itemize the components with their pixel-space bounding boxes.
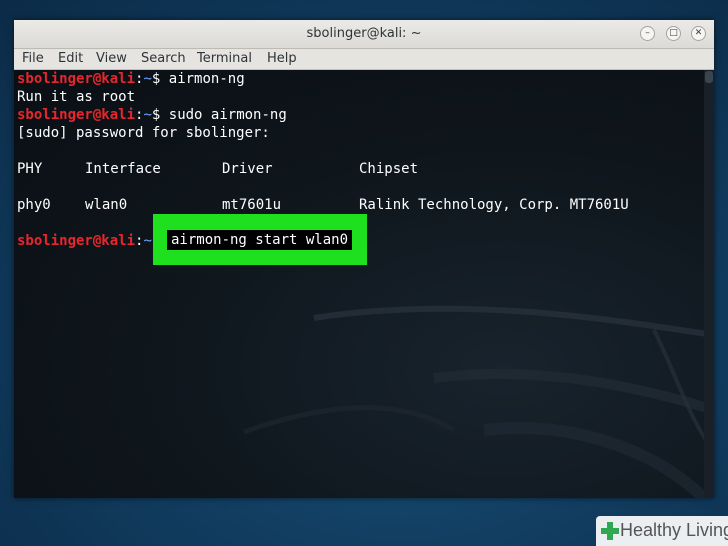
menu-bar: File Edit View Search Terminal Help [14, 49, 714, 70]
menu-terminal[interactable]: Terminal [197, 51, 252, 66]
terminal-line: sbolinger@kali:~$ sudo airmon-ng [17, 107, 287, 123]
terminal-line: sbolinger@kali:~$ airmon-ng [17, 71, 245, 87]
leaf-cross-icon [601, 522, 619, 540]
menu-edit[interactable]: Edit [58, 51, 83, 66]
terminal-line: [sudo] password for sbolinger: [17, 125, 270, 141]
table-header-row: PHY Interface Driver Chipset [17, 160, 697, 178]
minimize-button[interactable]: – [640, 26, 655, 41]
column-header: Chipset [359, 161, 419, 177]
maximize-button[interactable]: □ [666, 26, 681, 41]
scrollbar-thumb[interactable] [705, 71, 713, 83]
menu-file[interactable]: File [22, 51, 44, 66]
healthy-living-watermark: Healthy Living [596, 516, 728, 546]
table-cell: mt7601u [222, 197, 282, 213]
title-bar[interactable]: sbolinger@kali: ~ – □ ✕ [14, 20, 714, 49]
scrollbar[interactable] [704, 70, 714, 498]
column-header: Interface [85, 161, 161, 177]
watermark-text: Healthy Living [620, 520, 728, 540]
terminal-line: Run it as root [17, 89, 136, 105]
table-cell: phy0 [17, 197, 51, 213]
table-cell: wlan0 [85, 197, 128, 213]
menu-help[interactable]: Help [267, 51, 297, 66]
terminal-area[interactable]: sbolinger@kali:~$ airmon-ng Run it as ro… [14, 70, 714, 498]
menu-view[interactable]: View [96, 51, 127, 66]
menu-search[interactable]: Search [141, 51, 186, 66]
table-cell: Ralink Technology, Corp. MT7601U [359, 197, 629, 213]
window-title: sbolinger@kali: ~ [306, 26, 422, 41]
terminal-prompt-line: sbolinger@kali:~ [17, 233, 152, 249]
column-header: PHY [17, 161, 43, 177]
terminal-window: sbolinger@kali: ~ – □ ✕ File Edit View S… [14, 20, 714, 498]
table-row: phy0 wlan0 mt7601u Ralink Technology, Co… [17, 196, 697, 214]
highlighted-command: airmon-ng start wlan0 [167, 230, 353, 250]
close-button[interactable]: ✕ [691, 26, 706, 41]
column-header: Driver [222, 161, 273, 177]
